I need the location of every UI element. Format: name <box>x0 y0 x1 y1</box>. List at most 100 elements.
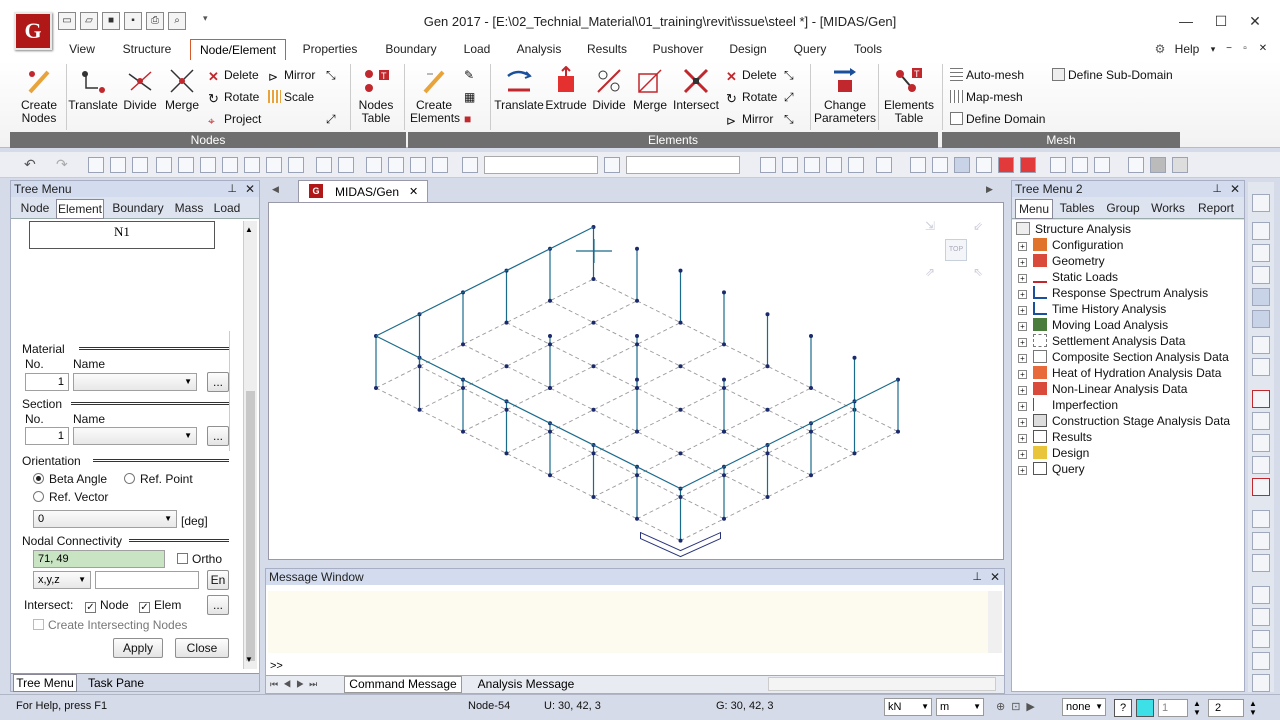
view-cube-arrow-icon[interactable]: ⇗ <box>925 265 935 279</box>
tab-task-pane[interactable]: Task Pane <box>81 675 151 691</box>
element-tool-icon-3[interactable]: ■ <box>464 110 471 128</box>
model-node[interactable] <box>504 407 509 412</box>
tree-root-structure-analysis[interactable]: Structure Analysis <box>1016 221 1131 237</box>
tab-boundary[interactable]: Boundary <box>380 39 442 60</box>
view-cube-top[interactable]: TOP <box>945 239 967 261</box>
toolbar-icon[interactable] <box>88 157 104 173</box>
model-node[interactable] <box>765 364 770 369</box>
help-dropdown-icon[interactable]: ▾ <box>1206 39 1220 60</box>
table-icon[interactable] <box>1252 194 1270 212</box>
model-node[interactable] <box>678 538 683 543</box>
tree-item-construction-stage[interactable]: + Construction Stage Analysis Data <box>1018 413 1230 429</box>
lock-icon[interactable] <box>1172 157 1188 173</box>
toolbar-icon[interactable] <box>132 157 148 173</box>
model-node[interactable] <box>591 495 596 499</box>
tree-item-results[interactable]: + Results <box>1018 429 1092 445</box>
model-node[interactable] <box>635 298 639 303</box>
base-grid-line[interactable] <box>375 278 594 389</box>
section-browse-button[interactable]: ... <box>207 426 229 446</box>
toolbar-icon[interactable] <box>316 157 332 173</box>
tab-tables[interactable]: Tables <box>1056 199 1098 219</box>
command-prompt[interactable]: >> <box>270 660 283 672</box>
help-button[interactable]: Help <box>1170 39 1204 60</box>
tab-works[interactable]: Works <box>1148 199 1188 219</box>
model-node[interactable] <box>635 334 639 338</box>
element-tool-icon-2[interactable]: ▦ <box>464 88 475 106</box>
undo-icon[interactable]: ↶ <box>24 156 36 173</box>
model-node[interactable] <box>765 312 770 317</box>
base-grid-line[interactable] <box>462 343 768 498</box>
toolbar-icon[interactable] <box>1252 358 1270 376</box>
toolbar-icon[interactable] <box>1252 608 1270 626</box>
intersect-button[interactable]: Intersect <box>672 66 720 112</box>
coordinate-input[interactable] <box>95 571 199 589</box>
close-panel-icon[interactable]: ✕ <box>990 569 1000 585</box>
model-node[interactable] <box>678 320 683 325</box>
view-right-icon[interactable] <box>1252 288 1270 306</box>
page-spinner-icon[interactable]: ▲ ▼ <box>1190 699 1204 717</box>
ref-point-radio[interactable]: Ref. Point <box>124 472 193 486</box>
help-gear-icon[interactable]: ⚙ <box>1150 39 1170 60</box>
element-tool-icon-6[interactable]: ⤡ <box>784 110 794 128</box>
quick-access-dropdown-icon[interactable]: ▾ <box>203 13 208 24</box>
base-grid-line[interactable] <box>462 322 681 433</box>
pin-icon[interactable]: ⊥ <box>1212 181 1222 197</box>
view-left-icon[interactable] <box>1252 310 1270 328</box>
lock-icon[interactable] <box>1150 157 1166 173</box>
model-node[interactable] <box>809 386 813 390</box>
model-node[interactable] <box>635 246 639 251</box>
tab-design[interactable]: Design <box>724 39 772 60</box>
model-node[interactable] <box>678 407 683 412</box>
material-browse-button[interactable]: ... <box>207 372 229 392</box>
model-node[interactable] <box>548 342 552 347</box>
toolbar-icon[interactable] <box>1072 157 1088 173</box>
define-domain-button[interactable]: Define Domain <box>950 110 1045 128</box>
tab-structure[interactable]: Structure <box>116 39 178 60</box>
model-node[interactable] <box>765 451 770 456</box>
app-logo[interactable]: G <box>14 12 52 50</box>
auto-mesh-button[interactable]: Auto-mesh <box>950 66 1024 84</box>
rotate-elements-button[interactable]: ↻ Rotate <box>726 88 777 106</box>
model-node[interactable] <box>461 386 465 390</box>
help-query-icon[interactable]: ? <box>1114 699 1132 717</box>
model-node[interactable] <box>461 429 465 434</box>
tab-report[interactable]: Report <box>1192 199 1240 219</box>
base-grid-line[interactable] <box>593 278 899 433</box>
en-button[interactable]: En <box>207 570 229 590</box>
ribbon-restore-icon[interactable]: ▫ <box>1238 39 1252 60</box>
pan-hand-icon[interactable] <box>1252 532 1270 550</box>
close-panel-icon[interactable]: ✕ <box>245 181 255 197</box>
scroll-thumb[interactable] <box>246 391 255 661</box>
view-top-icon[interactable] <box>1252 244 1270 262</box>
tree-item-non-linear[interactable]: + Non-Linear Analysis Data <box>1018 381 1187 397</box>
print-icon[interactable]: ⎙ <box>146 12 164 30</box>
tree-item-geometry[interactable]: + Geometry <box>1018 253 1105 269</box>
model-node[interactable] <box>809 334 813 338</box>
toolbar-icon[interactable] <box>1094 157 1110 173</box>
force-unit-dropdown[interactable]: kN <box>884 698 932 716</box>
tab-pushover[interactable]: Pushover <box>648 39 708 60</box>
tree-item-heat-of-hydration[interactable]: + Heat of Hydration Analysis Data <box>1018 365 1221 381</box>
model-node[interactable] <box>591 320 596 325</box>
base-grid-line[interactable] <box>419 365 725 520</box>
nodes-table-button[interactable]: T Nodes Table <box>356 66 396 125</box>
base-grid-line[interactable] <box>419 300 638 411</box>
ref-vector-radio[interactable]: Ref. Vector <box>33 490 108 504</box>
model-node[interactable] <box>765 407 770 412</box>
model-node[interactable] <box>722 429 726 434</box>
print-preview-icon[interactable]: ⌕ <box>168 12 186 30</box>
model-node[interactable] <box>896 429 900 434</box>
divide-nodes-button[interactable]: Divide <box>120 66 160 112</box>
view-cube-arrow-icon[interactable]: ⇲ <box>925 219 935 233</box>
base-grid-line[interactable] <box>375 387 681 542</box>
tab-query[interactable]: Query <box>786 39 834 60</box>
pin-icon[interactable]: ⊥ <box>972 569 982 585</box>
model-node[interactable] <box>504 451 509 456</box>
scroll-up-icon[interactable]: ▲ <box>245 225 253 234</box>
status-nav-icons[interactable]: ⊕⊡▶ <box>996 700 1041 713</box>
tab-command-message[interactable]: Command Message <box>344 676 462 693</box>
tab-view[interactable]: View <box>60 39 104 60</box>
base-grid-line[interactable] <box>636 409 855 520</box>
toolbar-icon[interactable] <box>110 157 126 173</box>
tab-element[interactable]: Element <box>56 199 104 219</box>
